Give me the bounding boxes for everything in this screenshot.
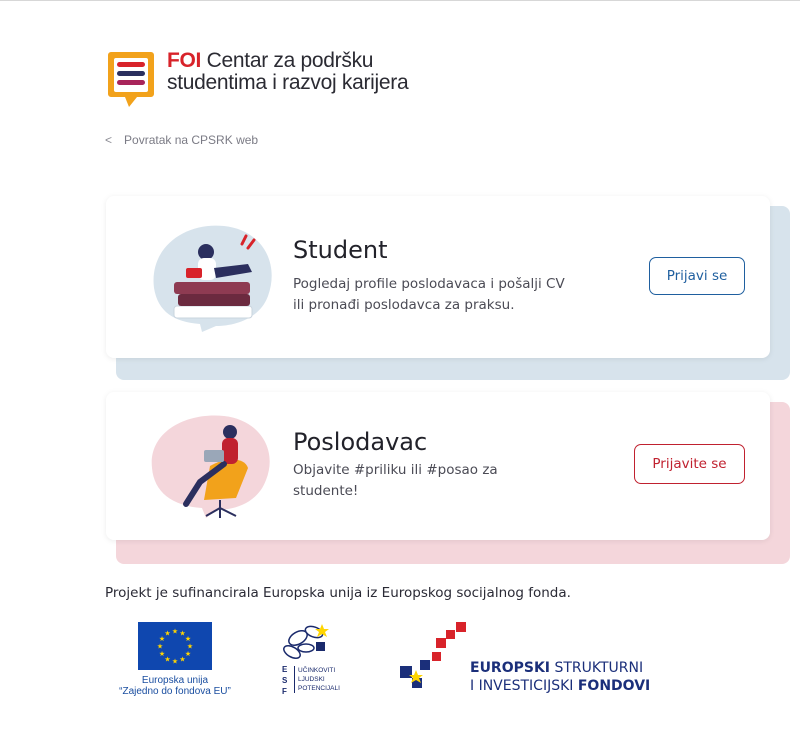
chevron-left-icon: <	[105, 133, 113, 147]
back-link[interactable]: < Povratak na CPSRK web	[105, 133, 258, 147]
eu-star-icon: ★	[164, 630, 170, 638]
student-reading-illustration-icon	[144, 218, 279, 333]
esif-logo: EUROPSKI STRUKTURNI I INVESTICIJSKI FOND…	[392, 620, 652, 700]
esf-logo: E S F UČINKOVITI LJUDSKI POTENCIJALI	[276, 618, 366, 708]
logo-line2: studentima i razvoj karijera	[167, 71, 409, 94]
eu-caption-2: “Zajedno do fondova EU”	[119, 686, 231, 697]
esif-squares-icon	[400, 622, 466, 688]
esif-line-2-rest: I INVESTICIJSKI	[470, 678, 578, 694]
esf-flower-icon	[283, 624, 329, 659]
eu-star-icon: ★	[179, 655, 185, 663]
foi-cpsrk-logo[interactable]: FOI Centar za podršku studentima i razvo…	[107, 49, 409, 110]
eu-caption-1: Europska unija	[141, 675, 209, 686]
student-card-description: Pogledaj profile poslodavaca i pošalji C…	[293, 276, 565, 313]
esif-line-2: I INVESTICIJSKI FONDOVI	[470, 678, 650, 694]
eu-star-icon: ★	[172, 628, 178, 636]
speech-bubble-logo-icon	[107, 50, 155, 110]
employer-card: Poslodavac Objavite #priliku ili #posao …	[106, 392, 770, 540]
esf-letter-e: E	[282, 665, 288, 674]
student-login-button[interactable]: Prijavi se	[649, 257, 745, 295]
eu-star-icon: ★	[164, 655, 170, 663]
student-card-wrapper: Student Pogledaj profile poslodavaca i p…	[106, 196, 790, 380]
logo-brand: FOI	[167, 49, 202, 72]
funding-statement: Projekt je sufinancirala Europska unija …	[105, 585, 571, 601]
eu-star-icon: ★	[187, 643, 193, 651]
eu-star-icon: ★	[172, 658, 178, 666]
esf-word-2: LJUDSKI	[298, 676, 325, 683]
esf-words: UČINKOVITI LJUDSKI POTENCIJALI	[294, 666, 340, 693]
eu-logo: ★ ★ ★ ★ ★ ★ ★ ★ ★ ★ ★ ★ Europska unija “Zajedno do …	[105, 622, 245, 697]
esif-line-1: EUROPSKI STRUKTURNI	[470, 660, 643, 676]
logo-text: FOI Centar za podršku studentima i razvo…	[167, 49, 409, 94]
esf-letter-s: S	[282, 676, 288, 685]
logo-line1: Centar za podršku	[206, 49, 374, 72]
esf-word-1: UČINKOVITI	[298, 667, 336, 674]
esif-line-1-rest: STRUKTURNI	[550, 660, 644, 676]
employer-login-button[interactable]: Prijavite se	[634, 444, 745, 484]
esf-letters: E S F	[282, 664, 287, 697]
esif-line-2-bold: FONDOVI	[577, 678, 651, 694]
back-link-label: Povratak na CPSRK web	[124, 133, 259, 147]
student-card: Student Pogledaj profile poslodavaca i p…	[106, 196, 770, 358]
esf-letter-f: F	[282, 687, 287, 696]
employer-card-description: Objavite #priliku ili #posao za studente…	[293, 462, 498, 499]
eu-star-icon: ★	[157, 643, 163, 651]
eu-star-icon: ★	[185, 650, 191, 658]
employer-card-title: Poslodavac	[293, 428, 428, 456]
esf-word-3: POTENCIJALI	[298, 685, 340, 692]
esif-line-1-bold: EUROPSKI	[470, 660, 551, 676]
eu-star-icon: ★	[185, 635, 191, 643]
top-divider	[0, 0, 800, 1]
eu-flag-icon: ★ ★ ★ ★ ★ ★ ★ ★ ★ ★ ★ ★	[138, 622, 212, 670]
employer-laptop-illustration-icon	[146, 408, 276, 523]
eu-star-icon: ★	[159, 650, 165, 658]
student-card-title: Student	[293, 236, 388, 264]
employer-card-wrapper: Poslodavac Objavite #priliku ili #posao …	[106, 392, 790, 564]
